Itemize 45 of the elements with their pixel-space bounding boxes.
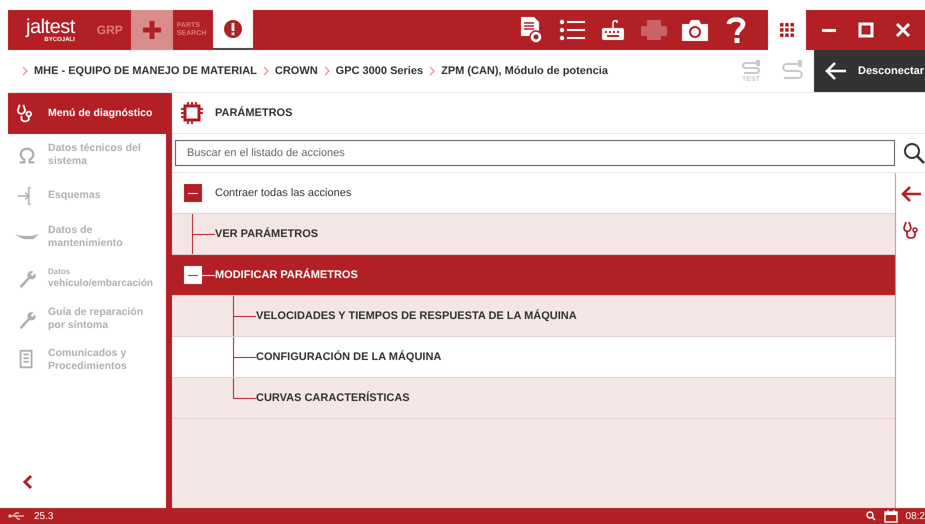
usb-icon <box>8 511 26 521</box>
connector-icon <box>780 60 804 82</box>
connector-icon <box>740 60 762 76</box>
clock-time: 08:2 <box>906 510 925 522</box>
tree-row[interactable]: VELOCIDADES Y TIEMPOS DE RESPUESTA DE LA MÁQUINA <box>172 296 895 337</box>
chevron-left-icon[interactable] <box>22 474 34 490</box>
tree-row[interactable]: MODIFICAR PARÁMETROS <box>172 255 895 296</box>
stethoscope-icon[interactable] <box>902 221 918 241</box>
collapse-toggle[interactable] <box>184 184 202 202</box>
arrow-left-icon <box>824 61 848 81</box>
exclamation-icon <box>222 19 243 39</box>
tree-row[interactable]: CURVAS CARACTERÍSTICAS <box>172 378 895 419</box>
close-icon[interactable] <box>894 22 910 38</box>
disconnect-button[interactable]: Desconectar <box>814 50 925 92</box>
tree-row[interactable]: CONFIGURACIÓN DE LA MÁQUINA <box>172 337 895 378</box>
plus-icon <box>140 19 163 41</box>
apps-grid-icon[interactable] <box>780 23 794 37</box>
maximize-icon[interactable] <box>858 22 874 38</box>
breadcrumb-item[interactable]: ZPM (CAN), Módulo de potencia <box>441 65 608 77</box>
arrow-left-icon[interactable] <box>900 185 922 203</box>
chevron-right-icon <box>262 66 269 76</box>
document-eye-icon <box>518 16 542 44</box>
chevron-right-icon <box>429 66 436 76</box>
plus-tab[interactable] <box>130 10 173 50</box>
chevron-right-icon <box>22 66 28 76</box>
search-icon[interactable] <box>903 142 925 164</box>
tree-row[interactable]: VER PARÁMETROS <box>172 214 895 255</box>
question-mark-icon <box>726 16 746 44</box>
sidebar-item[interactable]: Menú de diagnóstico <box>8 93 166 134</box>
keyboard-icon <box>600 18 624 42</box>
chip-icon <box>181 102 203 124</box>
panel-title: PARÁMETROS <box>215 107 292 119</box>
chevron-right-icon <box>324 66 330 76</box>
list-icon <box>558 18 584 42</box>
breadcrumb-item[interactable]: MHE - EQUIPO DE MANEJO DE MATERIAL <box>34 65 257 77</box>
camera-icon <box>680 18 708 42</box>
search-field[interactable]: Buscar en el listado de acciones <box>175 140 895 166</box>
search-icon[interactable] <box>866 511 876 521</box>
breadcrumb-item[interactable]: GPC 3000 Series <box>336 65 424 77</box>
collapse-toggle[interactable] <box>184 266 202 284</box>
tree-row[interactable]: Contraer todas las acciones <box>172 173 895 214</box>
breadcrumb-item[interactable]: CROWN <box>274 65 318 77</box>
alert-tab[interactable] <box>212 10 253 50</box>
calendar-icon[interactable] <box>884 510 898 522</box>
version-label: 25.3 <box>34 510 54 522</box>
